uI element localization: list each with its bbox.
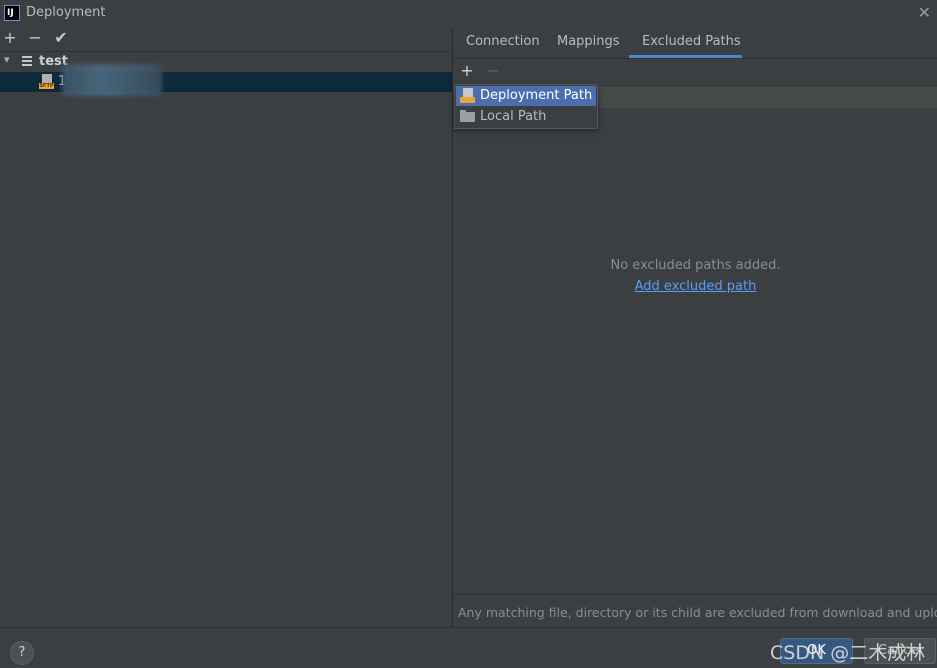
add-path-popup-menu: Deployment Path Local Path	[454, 84, 598, 129]
add-excluded-path-button[interactable]: +	[458, 61, 476, 81]
menu-item-local-path[interactable]: Local Path	[456, 107, 596, 127]
excluded-paths-list[interactable]: No excluded paths added. Add excluded pa…	[454, 108, 937, 595]
add-server-button[interactable]: +	[1, 29, 19, 47]
menu-item-label: Deployment Path	[480, 88, 593, 103]
close-icon[interactable]: ✕	[918, 3, 931, 22]
sftp-server-icon: SFTP	[39, 74, 54, 90]
tab-connection[interactable]: Connection	[466, 34, 540, 49]
exclusion-hint: Any matching file, directory or its chil…	[458, 605, 937, 620]
sftp-icon	[460, 88, 475, 104]
tab-strip: Connection Mappings Excluded Paths	[453, 27, 937, 59]
servers-panel: + − ✔ ▾ test SFTP 1	[0, 27, 452, 627]
server-group-icon	[22, 56, 32, 67]
tab-excluded-paths[interactable]: Excluded Paths	[642, 34, 741, 49]
tab-mappings[interactable]: Mappings	[557, 34, 620, 49]
intellij-app-icon: IJ	[4, 5, 20, 21]
window-title: Deployment	[26, 5, 106, 20]
chevron-down-icon[interactable]: ▾	[4, 53, 10, 66]
remove-excluded-path-button[interactable]: −	[484, 61, 502, 81]
menu-item-label: Local Path	[480, 109, 547, 124]
servers-tree: ▾ test SFTP 1	[0, 52, 452, 96]
folder-icon	[460, 110, 475, 122]
dialog-footer: ? OK Cancel CSDN @二木成林	[0, 627, 937, 668]
excluded-paths-toolbar: + −	[453, 59, 937, 84]
redacted-server-name	[62, 64, 162, 96]
servers-toolbar: + − ✔	[0, 27, 452, 52]
add-excluded-path-link[interactable]: Add excluded path	[454, 279, 937, 294]
active-tab-indicator	[629, 55, 742, 58]
ok-button[interactable]: OK	[780, 638, 853, 664]
tree-child-row[interactable]: SFTP 1	[0, 64, 452, 96]
remove-server-button[interactable]: −	[26, 29, 44, 47]
apply-check-button[interactable]: ✔	[52, 29, 70, 47]
cancel-button[interactable]: Cancel	[864, 638, 936, 664]
menu-item-deployment-path[interactable]: Deployment Path	[456, 86, 596, 106]
empty-state-message: No excluded paths added.	[610, 258, 781, 273]
help-button[interactable]: ?	[10, 641, 34, 665]
title-bar: IJ Deployment ✕	[0, 0, 937, 27]
